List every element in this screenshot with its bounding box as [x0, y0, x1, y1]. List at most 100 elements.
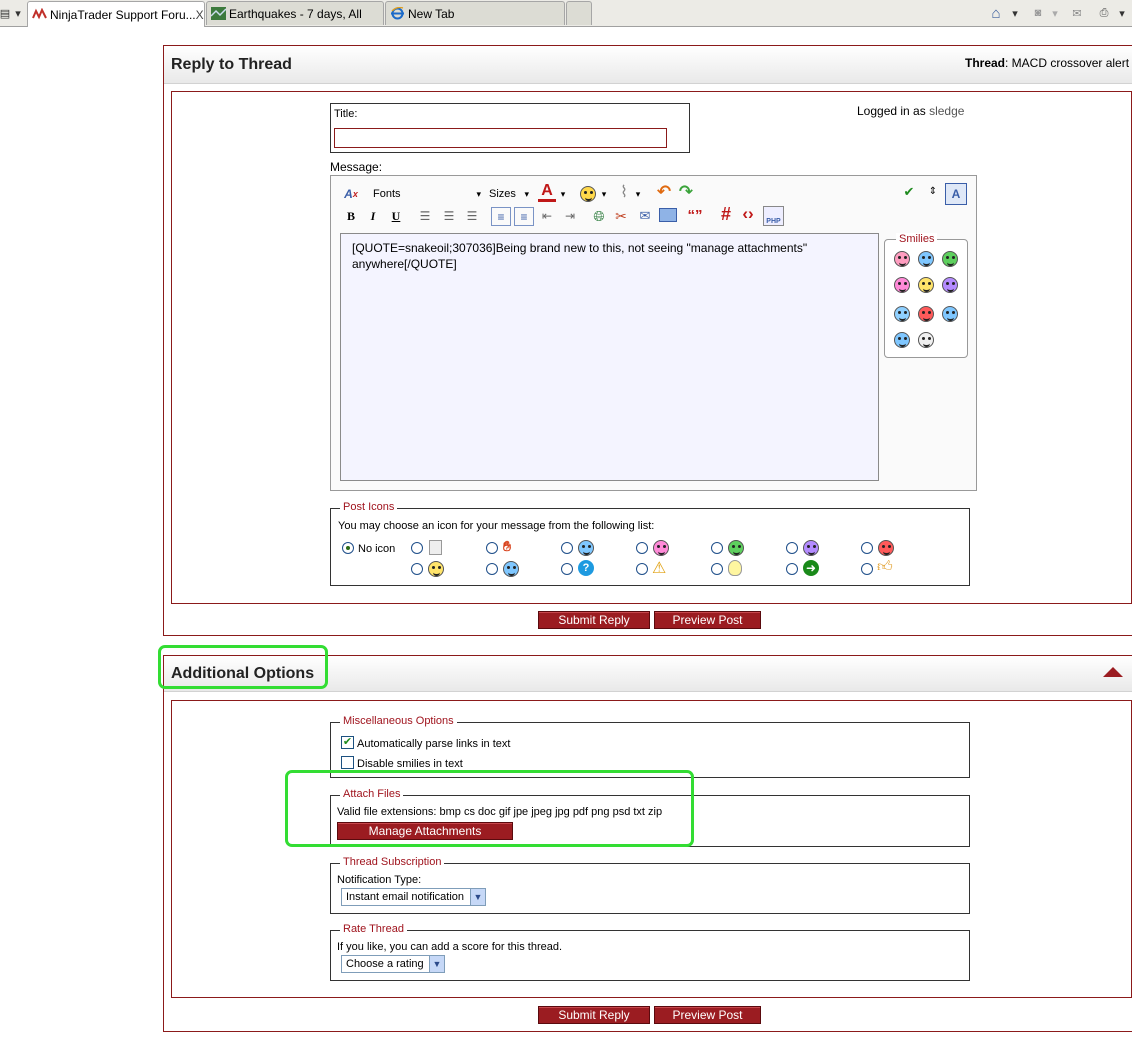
smilie-eek-icon[interactable] [918, 332, 934, 348]
rating-value: Choose a rating [346, 958, 424, 970]
post-icon-thumbs-down-icon: ✋︎ [503, 538, 511, 554]
home-dropdown-icon[interactable]: ▾ [1010, 2, 1020, 24]
post-icon-radio[interactable] [711, 542, 723, 554]
bold-icon[interactable]: B [342, 208, 360, 224]
post-icon-radio[interactable] [861, 542, 873, 554]
post-icon-radio[interactable] [786, 542, 798, 554]
post-icon-radio[interactable] [486, 542, 498, 554]
message-label: Message: [330, 160, 383, 174]
smilie-wink-icon[interactable] [918, 251, 934, 267]
post-icon-radio[interactable] [486, 563, 498, 575]
tab-earthquakes[interactable]: Earthquakes - 7 days, All [206, 1, 384, 25]
print-dropdown-icon[interactable]: ▾ [1116, 2, 1128, 24]
rate-thread-description: If you like, you can add a score for thi… [337, 941, 563, 953]
post-icon-radio[interactable] [636, 542, 648, 554]
parse-links-checkbox[interactable]: ✔ [341, 736, 354, 749]
font-color-icon[interactable]: A [538, 182, 556, 202]
insert-email-icon[interactable]: ✉ [636, 208, 654, 224]
post-icon-question-icon: ? [578, 560, 594, 576]
post-icon-radio[interactable] [636, 563, 648, 575]
switch-editor-mode-icon[interactable]: A [945, 183, 967, 205]
feeds-icon[interactable]: ◙ [1030, 2, 1046, 24]
align-left-icon[interactable]: ☰ [416, 208, 434, 224]
smilie-smile-icon[interactable] [918, 277, 934, 293]
underline-icon[interactable]: U [387, 208, 405, 224]
unordered-list-icon[interactable]: ≡ [514, 207, 534, 226]
smilie-tongue-icon[interactable] [894, 251, 910, 267]
submit-reply-button[interactable]: Submit Reply [538, 611, 650, 629]
resize-editor-icon[interactable]: ⇕ [928, 184, 938, 200]
title-input[interactable] [334, 128, 667, 148]
remove-format-icon[interactable]: Ax [342, 186, 360, 202]
post-icon-cool-icon [503, 561, 519, 577]
smilie-mad-icon[interactable] [918, 306, 934, 322]
collapse-panel-icon[interactable] [1103, 667, 1123, 677]
submit-reply-button-bottom[interactable]: Submit Reply [538, 1006, 650, 1024]
post-icon-radio[interactable] [861, 563, 873, 575]
chevron-down-icon[interactable]: ▾ [599, 186, 609, 202]
smilie-rolleyes-icon[interactable] [942, 306, 958, 322]
insert-image-icon[interactable] [659, 208, 677, 222]
notification-type-select[interactable]: Instant email notification ▼ [341, 888, 486, 906]
print-icon[interactable]: ⎙ [1094, 2, 1114, 24]
post-icon-radio[interactable] [711, 563, 723, 575]
sizes-dropdown[interactable]: Sizes ▾ [485, 185, 529, 203]
smilie-cool-icon[interactable] [894, 332, 910, 348]
ordered-list-icon[interactable]: ≡ [491, 207, 511, 226]
home-icon[interactable]: ⌂ [986, 2, 1006, 24]
post-icon-radio-none[interactable] [342, 542, 354, 554]
insert-smilie-icon[interactable] [580, 186, 596, 202]
chevron-down-icon[interactable]: ▾ [558, 186, 568, 202]
post-icon-lightbulb-icon [728, 560, 742, 576]
disable-smilies-checkbox[interactable] [341, 756, 354, 769]
outdent-icon[interactable]: ⇤ [538, 208, 556, 224]
post-icon-wink-icon [578, 540, 594, 556]
spellcheck-icon[interactable]: ✔ [900, 184, 918, 200]
hash-tag-icon[interactable]: # [717, 204, 735, 224]
italic-icon[interactable]: I [364, 208, 382, 224]
insert-link-icon[interactable]: 🌐︎ [590, 208, 608, 224]
quote-icon[interactable]: “” [686, 207, 704, 224]
tab-ninjatrader[interactable]: NinjaTrader Support Foru... X [27, 1, 205, 27]
tab-list-icon[interactable]: ▤ [0, 2, 10, 24]
post-icon-radio[interactable] [786, 563, 798, 575]
tab-new[interactable]: New Tab [385, 1, 565, 25]
rating-select[interactable]: Choose a rating ▼ [341, 955, 445, 973]
preview-post-button-bottom[interactable]: Preview Post [654, 1006, 761, 1024]
smilie-big-smile-icon[interactable] [894, 277, 910, 293]
smilie-frown-icon[interactable] [942, 277, 958, 293]
disable-smilies-label: Disable smilies in text [357, 758, 463, 770]
align-center-icon[interactable]: ☰ [440, 208, 458, 224]
username-link[interactable]: sledge [929, 104, 964, 118]
php-code-icon[interactable]: PHP [763, 206, 784, 226]
post-icon-radio[interactable] [411, 542, 423, 554]
post-icon-document-icon [429, 540, 442, 555]
undo-icon[interactable]: ↶ [655, 182, 673, 201]
feeds-dropdown-icon[interactable]: ▾ [1050, 2, 1060, 24]
fonts-dropdown[interactable]: Fonts ▾ [369, 185, 481, 203]
thread-subscription-legend: Thread Subscription [340, 856, 445, 868]
smilie-confused-icon[interactable] [894, 306, 910, 322]
tab-label: New Tab [408, 6, 455, 21]
tab-label: Earthquakes - 7 days, All [229, 6, 362, 21]
tab-close-icon[interactable]: X [196, 8, 204, 22]
ninjatrader-favicon-icon [32, 8, 47, 20]
chevron-down-icon[interactable]: ▾ [633, 186, 643, 202]
tab-list-dropdown-icon[interactable]: ▾ [12, 2, 24, 24]
highlight-attach-files [285, 770, 694, 847]
post-icon-radio[interactable] [561, 542, 573, 554]
align-right-icon[interactable]: ☰ [463, 208, 481, 224]
mail-icon[interactable]: ✉ [1068, 2, 1086, 24]
paperclip-icon[interactable]: ⌇ [615, 184, 633, 201]
post-icon-radio[interactable] [411, 563, 423, 575]
indent-icon[interactable]: ⇥ [561, 208, 579, 224]
misc-options-legend: Miscellaneous Options [340, 715, 457, 727]
new-tab-button[interactable] [566, 1, 592, 25]
smilie-grin-icon[interactable] [942, 251, 958, 267]
message-textarea[interactable]: [QUOTE=snakeoil;307036]Being brand new t… [340, 233, 879, 481]
remove-link-icon[interactable]: ✂ [612, 208, 630, 224]
redo-icon[interactable]: ↷ [677, 182, 695, 201]
code-icon[interactable]: ‹› [739, 204, 757, 223]
preview-post-button[interactable]: Preview Post [654, 611, 761, 629]
post-icon-radio[interactable] [561, 563, 573, 575]
